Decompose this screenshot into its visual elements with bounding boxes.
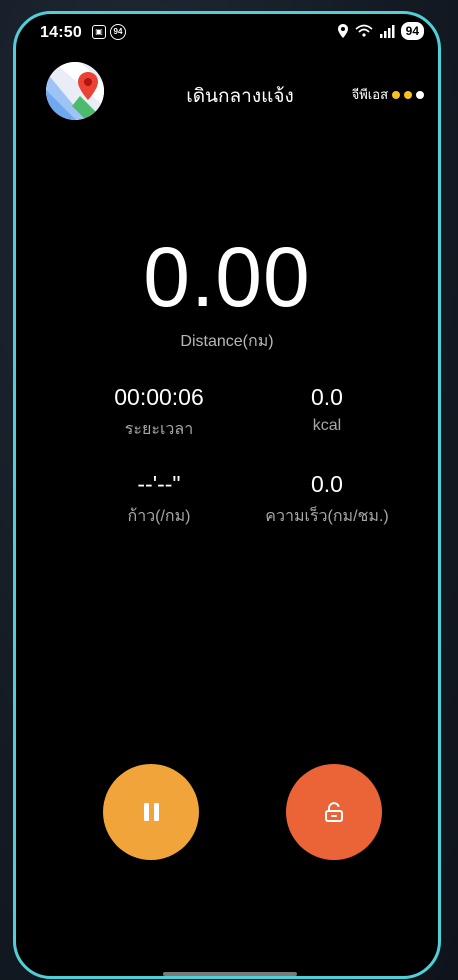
pace-label: ก้าว(/กม) xyxy=(127,508,191,525)
duration-label: ระยะเวลา xyxy=(124,421,194,438)
status-icons-left: ▣ 94 xyxy=(92,24,126,40)
calories-stat: 0.0 kcal xyxy=(252,384,402,435)
wifi-icon xyxy=(355,24,373,37)
gps-label: จีพีเอส xyxy=(351,87,388,102)
calories-label: kcal xyxy=(312,417,342,434)
notification-badge-icon: 94 xyxy=(110,24,126,40)
calories-value: 0.0 xyxy=(311,384,343,410)
gps-dot-2 xyxy=(404,90,412,99)
distance-label: Distance(กม) xyxy=(180,333,274,350)
speed-label: ความเร็ว(กม/ชม.) xyxy=(265,508,389,525)
speed-value: 0.0 xyxy=(311,471,343,497)
gps-dot-3 xyxy=(416,90,424,99)
home-indicator[interactable] xyxy=(163,972,297,976)
duration-stat: 00:00:06 ระยะเวลา xyxy=(84,384,234,442)
status-time: 14:50 xyxy=(40,24,82,41)
battery-icon: 94 xyxy=(400,22,424,40)
pause-icon xyxy=(143,803,159,821)
location-icon xyxy=(337,24,348,38)
signal-icon xyxy=(379,25,395,38)
status-icons-right: 94 xyxy=(337,22,424,40)
pace-stat: --'--" ก้าว(/กม) xyxy=(84,471,234,529)
distance-value: 0.00 xyxy=(143,230,311,324)
status-bar: 14:50 ▣ 94 94 xyxy=(16,14,438,54)
phone-frame: 14:50 ▣ 94 94 เดินกลางแจ้ง จีพีเอส 0.00 … xyxy=(13,11,441,979)
gps-status: จีพีเอส xyxy=(352,84,424,105)
unlock-button[interactable] xyxy=(286,764,382,860)
unlock-icon xyxy=(325,802,343,822)
speed-stat: 0.0 ความเร็ว(กม/ชม.) xyxy=(252,471,402,529)
screenshot-icon: ▣ xyxy=(92,25,106,39)
gps-dot-1 xyxy=(392,90,400,99)
pace-value: --'--" xyxy=(137,471,181,497)
duration-value: 00:00:06 xyxy=(114,384,204,410)
pause-button[interactable] xyxy=(103,764,199,860)
